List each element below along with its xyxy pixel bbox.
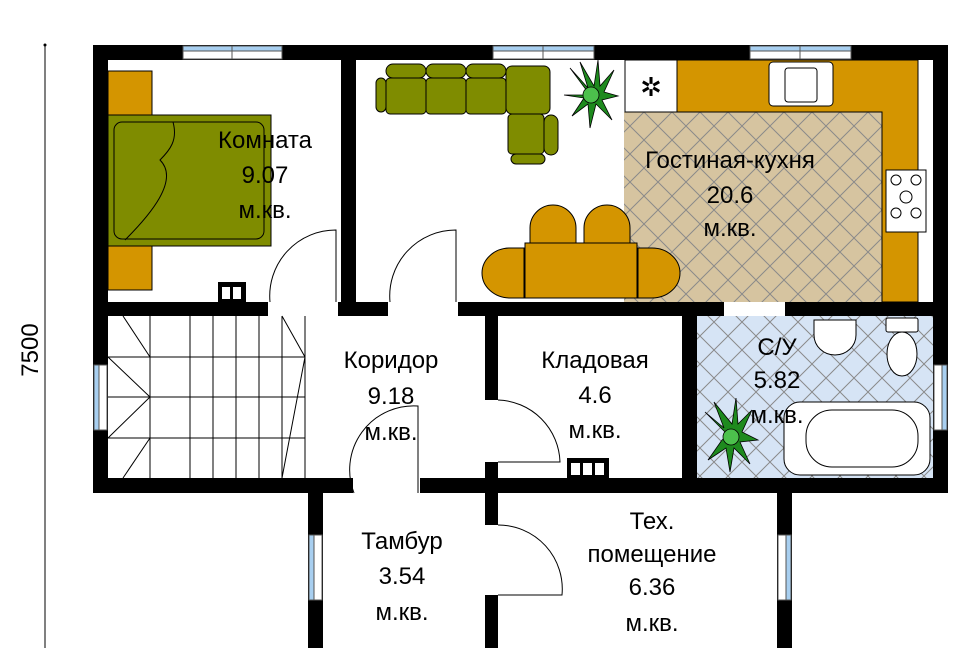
wardrobe-vent	[218, 282, 246, 302]
room-storage: Кладовая 4.6 м.кв.	[541, 347, 649, 444]
room-name: Гостиная-кухня	[645, 147, 815, 174]
room-name: Комната	[218, 127, 313, 154]
room-corridor: Коридор 9.18 м.кв.	[344, 347, 439, 446]
room-unit: м.кв.	[750, 402, 803, 429]
floor-plan: 7500 ✲ Комната 9.07 м.кв. Гостиная-кухня…	[17, 43, 948, 648]
stove-icon	[885, 169, 927, 233]
room-name: Коридор	[344, 347, 439, 374]
room-unit: м.кв.	[238, 197, 291, 224]
room-name-line1: Тех.	[630, 508, 675, 535]
room-unit: м.кв.	[703, 215, 756, 242]
door-living	[389, 229, 457, 303]
dimension-label: 7500	[17, 323, 44, 376]
plant-icon	[563, 59, 620, 129]
room-area: 4.6	[578, 382, 611, 409]
room-bathroom: С/У 5.82 м.кв.	[750, 334, 803, 429]
door-tech	[497, 524, 563, 596]
room-unit: м.кв.	[375, 599, 428, 626]
room-name-line2: помещение	[587, 541, 716, 568]
room-technical: Тех. помещение 6.36 м.кв.	[587, 508, 716, 637]
toilet-icon	[885, 317, 919, 333]
room-area: 9.07	[242, 162, 289, 189]
door-bedroom	[269, 229, 337, 303]
room-area: 20.6	[707, 182, 754, 209]
room-unit: м.кв.	[568, 417, 621, 444]
room-unit: м.кв.	[364, 419, 417, 446]
room-area: 5.82	[754, 367, 801, 394]
svg-text:✲: ✲	[640, 72, 662, 102]
room-unit: м.кв.	[625, 610, 678, 637]
room-area: 6.36	[629, 574, 676, 601]
door-storage	[497, 399, 561, 463]
room-name: Тамбур	[361, 528, 442, 555]
room-area: 9.18	[368, 383, 415, 410]
room-area: 3.54	[379, 563, 426, 590]
room-name: Кладовая	[541, 347, 649, 374]
sofa-icon	[375, 63, 559, 165]
room-vestibule: Тамбур 3.54 м.кв.	[361, 528, 442, 626]
storage-vent	[567, 458, 609, 478]
room-name: С/У	[757, 334, 797, 361]
washbasin-icon	[813, 319, 857, 356]
staircase	[107, 315, 306, 479]
